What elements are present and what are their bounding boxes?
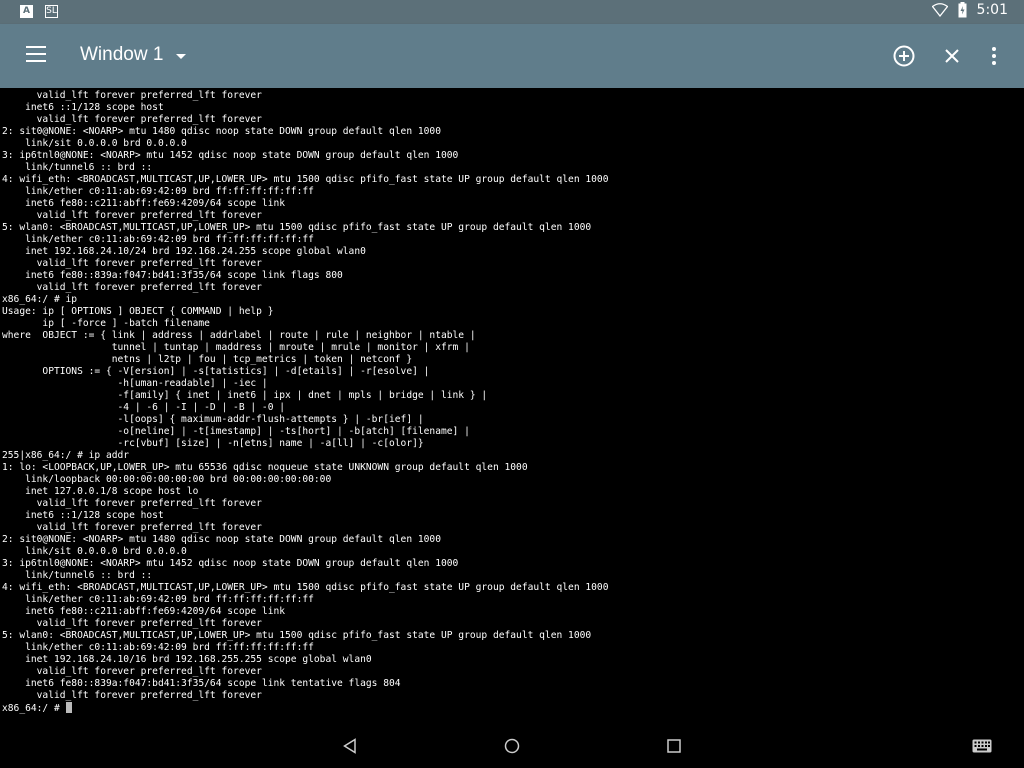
terminal-output: valid_lft forever preferred_lft forever … bbox=[0, 88, 1024, 715]
terminal-line: link/tunnel6 :: brd :: bbox=[25, 570, 153, 581]
terminal-line: link/ether c0:11:ab:69:42:09 brd ff:ff:f… bbox=[25, 594, 314, 605]
terminal-line: tunnel | tuntap | maddress | mroute | mr… bbox=[111, 342, 470, 353]
terminal-line: 2: sit0@NONE: <NOARP> mtu 1480 qdisc noo… bbox=[2, 126, 441, 137]
terminal-line: link/sit 0.0.0.0 brd 0.0.0.0 bbox=[25, 138, 187, 149]
terminal-line: inet6 fe80::839a:f047:bd41:3f35/64 scope… bbox=[25, 678, 401, 689]
terminal-line: link/sit 0.0.0.0 brd 0.0.0.0 bbox=[25, 546, 187, 557]
home-button[interactable] bbox=[500, 734, 524, 758]
terminal-line: 255|x86_64:/ # ip addr bbox=[2, 450, 130, 461]
terminal-line: valid_lft forever preferred_lft forever bbox=[36, 666, 262, 677]
terminal-line: 1: lo: <LOOPBACK,UP,LOWER_UP> mtu 65536 … bbox=[2, 462, 528, 473]
terminal-line: 4: wifi_eth: <BROADCAST,MULTICAST,UP,LOW… bbox=[2, 174, 609, 185]
terminal-line: -f[amily] { inet | inet6 | ipx | dnet | … bbox=[117, 390, 488, 401]
window-title[interactable]: Window 1 bbox=[80, 44, 163, 66]
terminal-line: valid_lft forever preferred_lft forever bbox=[36, 618, 262, 629]
terminal-line: valid_lft forever preferred_lft forever bbox=[36, 498, 262, 509]
terminal-line: link/ether c0:11:ab:69:42:09 brd ff:ff:f… bbox=[25, 642, 314, 653]
app-bar: Window 1 bbox=[0, 24, 1024, 88]
terminal-line: 5: wlan0: <BROADCAST,MULTICAST,UP,LOWER_… bbox=[2, 630, 592, 641]
notification-sl-icon: SL bbox=[45, 5, 58, 18]
terminal-line: valid_lft forever preferred_lft forever bbox=[36, 210, 262, 221]
close-window-button[interactable] bbox=[936, 40, 968, 72]
terminal-line: 3: ip6tnl0@NONE: <NOARP> mtu 1452 qdisc … bbox=[2, 558, 459, 569]
terminal-line: -h[uman-readable] | -iec | bbox=[117, 378, 268, 389]
terminal-line: inet 192.168.24.10/16 brd 192.168.255.25… bbox=[25, 654, 372, 665]
terminal-line: where OBJECT := { link | address | addrl… bbox=[2, 330, 476, 341]
terminal-line: -o[neline] | -t[imestamp] | -ts[hort] | … bbox=[117, 426, 470, 437]
terminal-prompt: x86_64:/ # bbox=[2, 703, 66, 714]
terminal-line: inet6 fe80::839a:f047:bd41:3f35/64 scope… bbox=[25, 270, 343, 281]
add-window-button[interactable] bbox=[888, 40, 920, 72]
terminal-line: valid_lft forever preferred_lft forever bbox=[36, 90, 262, 101]
back-button[interactable] bbox=[338, 734, 362, 758]
terminal-line: link/loopback 00:00:00:00:00:00 brd 00:0… bbox=[25, 474, 332, 485]
terminal-lines: valid_lft forever preferred_lft forever … bbox=[2, 90, 608, 701]
terminal-line: inet 192.168.24.10/24 brd 192.168.24.255… bbox=[25, 246, 366, 257]
terminal-line: link/tunnel6 :: brd :: bbox=[25, 162, 153, 173]
recents-icon bbox=[667, 739, 681, 753]
wifi-icon bbox=[931, 3, 948, 17]
terminal-line: -4 | -6 | -I | -D | -B | -0 | bbox=[117, 402, 286, 413]
window-dropdown-icon[interactable] bbox=[176, 54, 186, 59]
clock: 5:01 bbox=[976, 2, 1008, 18]
terminal-line: inet6 fe80::c211:abff:fe69:4209/64 scope… bbox=[25, 198, 286, 209]
terminal-line: 5: wlan0: <BROADCAST,MULTICAST,UP,LOWER_… bbox=[2, 222, 592, 233]
notification-a-icon: A bbox=[20, 5, 33, 18]
terminal-line: Usage: ip [ OPTIONS ] OBJECT { COMMAND |… bbox=[2, 306, 274, 317]
terminal-line: inet 127.0.0.1/8 scope host lo bbox=[25, 486, 199, 497]
system-status: 5:01 bbox=[931, 2, 1008, 18]
keyboard-icon bbox=[972, 739, 992, 753]
notification-icons: A SL bbox=[20, 5, 58, 18]
status-bar: A SL 5:01 bbox=[0, 0, 1024, 24]
terminal-line: x86_64:/ # ip bbox=[2, 294, 78, 305]
recents-button[interactable] bbox=[662, 734, 686, 758]
keyboard-button[interactable] bbox=[970, 734, 994, 758]
add-circle-icon bbox=[893, 45, 915, 67]
terminal-line: ip [ -force ] -batch filename bbox=[42, 318, 210, 329]
terminal-line: link/ether c0:11:ab:69:42:09 brd ff:ff:f… bbox=[25, 234, 314, 245]
terminal-line: valid_lft forever preferred_lft forever bbox=[36, 114, 262, 125]
more-options-button[interactable] bbox=[978, 40, 1010, 72]
terminal-line: 2: sit0@NONE: <NOARP> mtu 1480 qdisc noo… bbox=[2, 534, 441, 545]
navigation-bar bbox=[0, 720, 1024, 768]
terminal-line: OPTIONS := { -V[ersion] | -s[tatistics] … bbox=[42, 366, 430, 377]
back-icon bbox=[343, 738, 356, 754]
more-vert-icon bbox=[992, 47, 996, 65]
terminal-line: valid_lft forever preferred_lft forever bbox=[36, 522, 262, 533]
battery-icon bbox=[958, 2, 967, 18]
home-icon bbox=[504, 738, 520, 754]
close-icon bbox=[945, 49, 959, 63]
terminal-line: -l[oops] { maximum-addr-flush-attempts }… bbox=[117, 414, 424, 425]
terminal-line: inet6 ::1/128 scope host bbox=[25, 102, 164, 113]
terminal-line: 4: wifi_eth: <BROADCAST,MULTICAST,UP,LOW… bbox=[2, 582, 609, 593]
terminal-line: inet6 fe80::c211:abff:fe69:4209/64 scope… bbox=[25, 606, 286, 617]
terminal-view[interactable]: valid_lft forever preferred_lft forever … bbox=[0, 88, 1024, 720]
terminal-cursor bbox=[65, 702, 72, 713]
terminal-line: inet6 ::1/128 scope host bbox=[25, 510, 164, 521]
terminal-line: netns | l2tp | fou | tcp_metrics | token… bbox=[111, 354, 413, 365]
terminal-line: link/ether c0:11:ab:69:42:09 brd ff:ff:f… bbox=[25, 186, 314, 197]
terminal-line: 3: ip6tnl0@NONE: <NOARP> mtu 1452 qdisc … bbox=[2, 150, 459, 161]
terminal-line: valid_lft forever preferred_lft forever bbox=[36, 258, 262, 269]
terminal-line: valid_lft forever preferred_lft forever bbox=[36, 282, 262, 293]
terminal-line: valid_lft forever preferred_lft forever bbox=[36, 690, 262, 701]
menu-icon[interactable] bbox=[26, 46, 46, 66]
terminal-line: -rc[vbuf] [size] | -n[etns] name | -a[ll… bbox=[117, 438, 424, 449]
